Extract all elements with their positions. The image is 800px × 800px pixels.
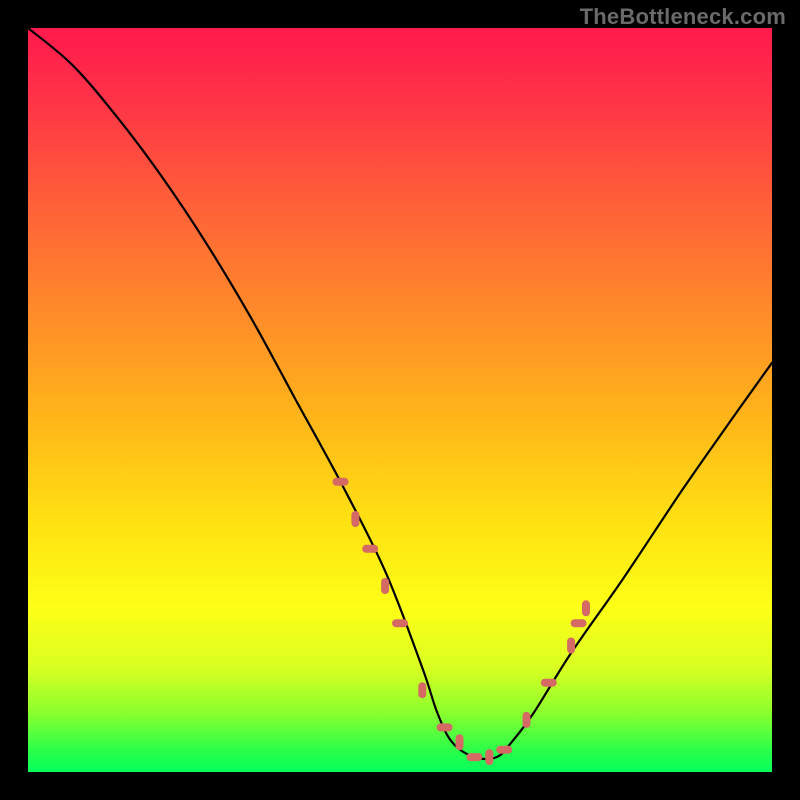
plot-area xyxy=(28,28,772,772)
highlight-markers xyxy=(333,478,591,765)
marker-dot xyxy=(381,578,389,594)
marker-dot xyxy=(567,638,575,654)
marker-dot xyxy=(466,753,482,761)
marker-dot xyxy=(418,682,426,698)
marker-dot xyxy=(437,723,453,731)
marker-dot xyxy=(523,712,531,728)
chart-frame: TheBottleneck.com xyxy=(0,0,800,800)
bottleneck-curve xyxy=(28,28,772,759)
curve-svg xyxy=(28,28,772,772)
marker-dot xyxy=(456,734,464,750)
marker-dot xyxy=(351,511,359,527)
watermark-text: TheBottleneck.com xyxy=(580,4,786,30)
marker-dot xyxy=(392,619,408,627)
marker-dot xyxy=(496,746,512,754)
marker-dot xyxy=(333,478,349,486)
marker-dot xyxy=(485,749,493,765)
marker-dot xyxy=(571,619,587,627)
marker-dot xyxy=(362,545,378,553)
marker-dot xyxy=(541,679,557,687)
marker-dot xyxy=(582,600,590,616)
